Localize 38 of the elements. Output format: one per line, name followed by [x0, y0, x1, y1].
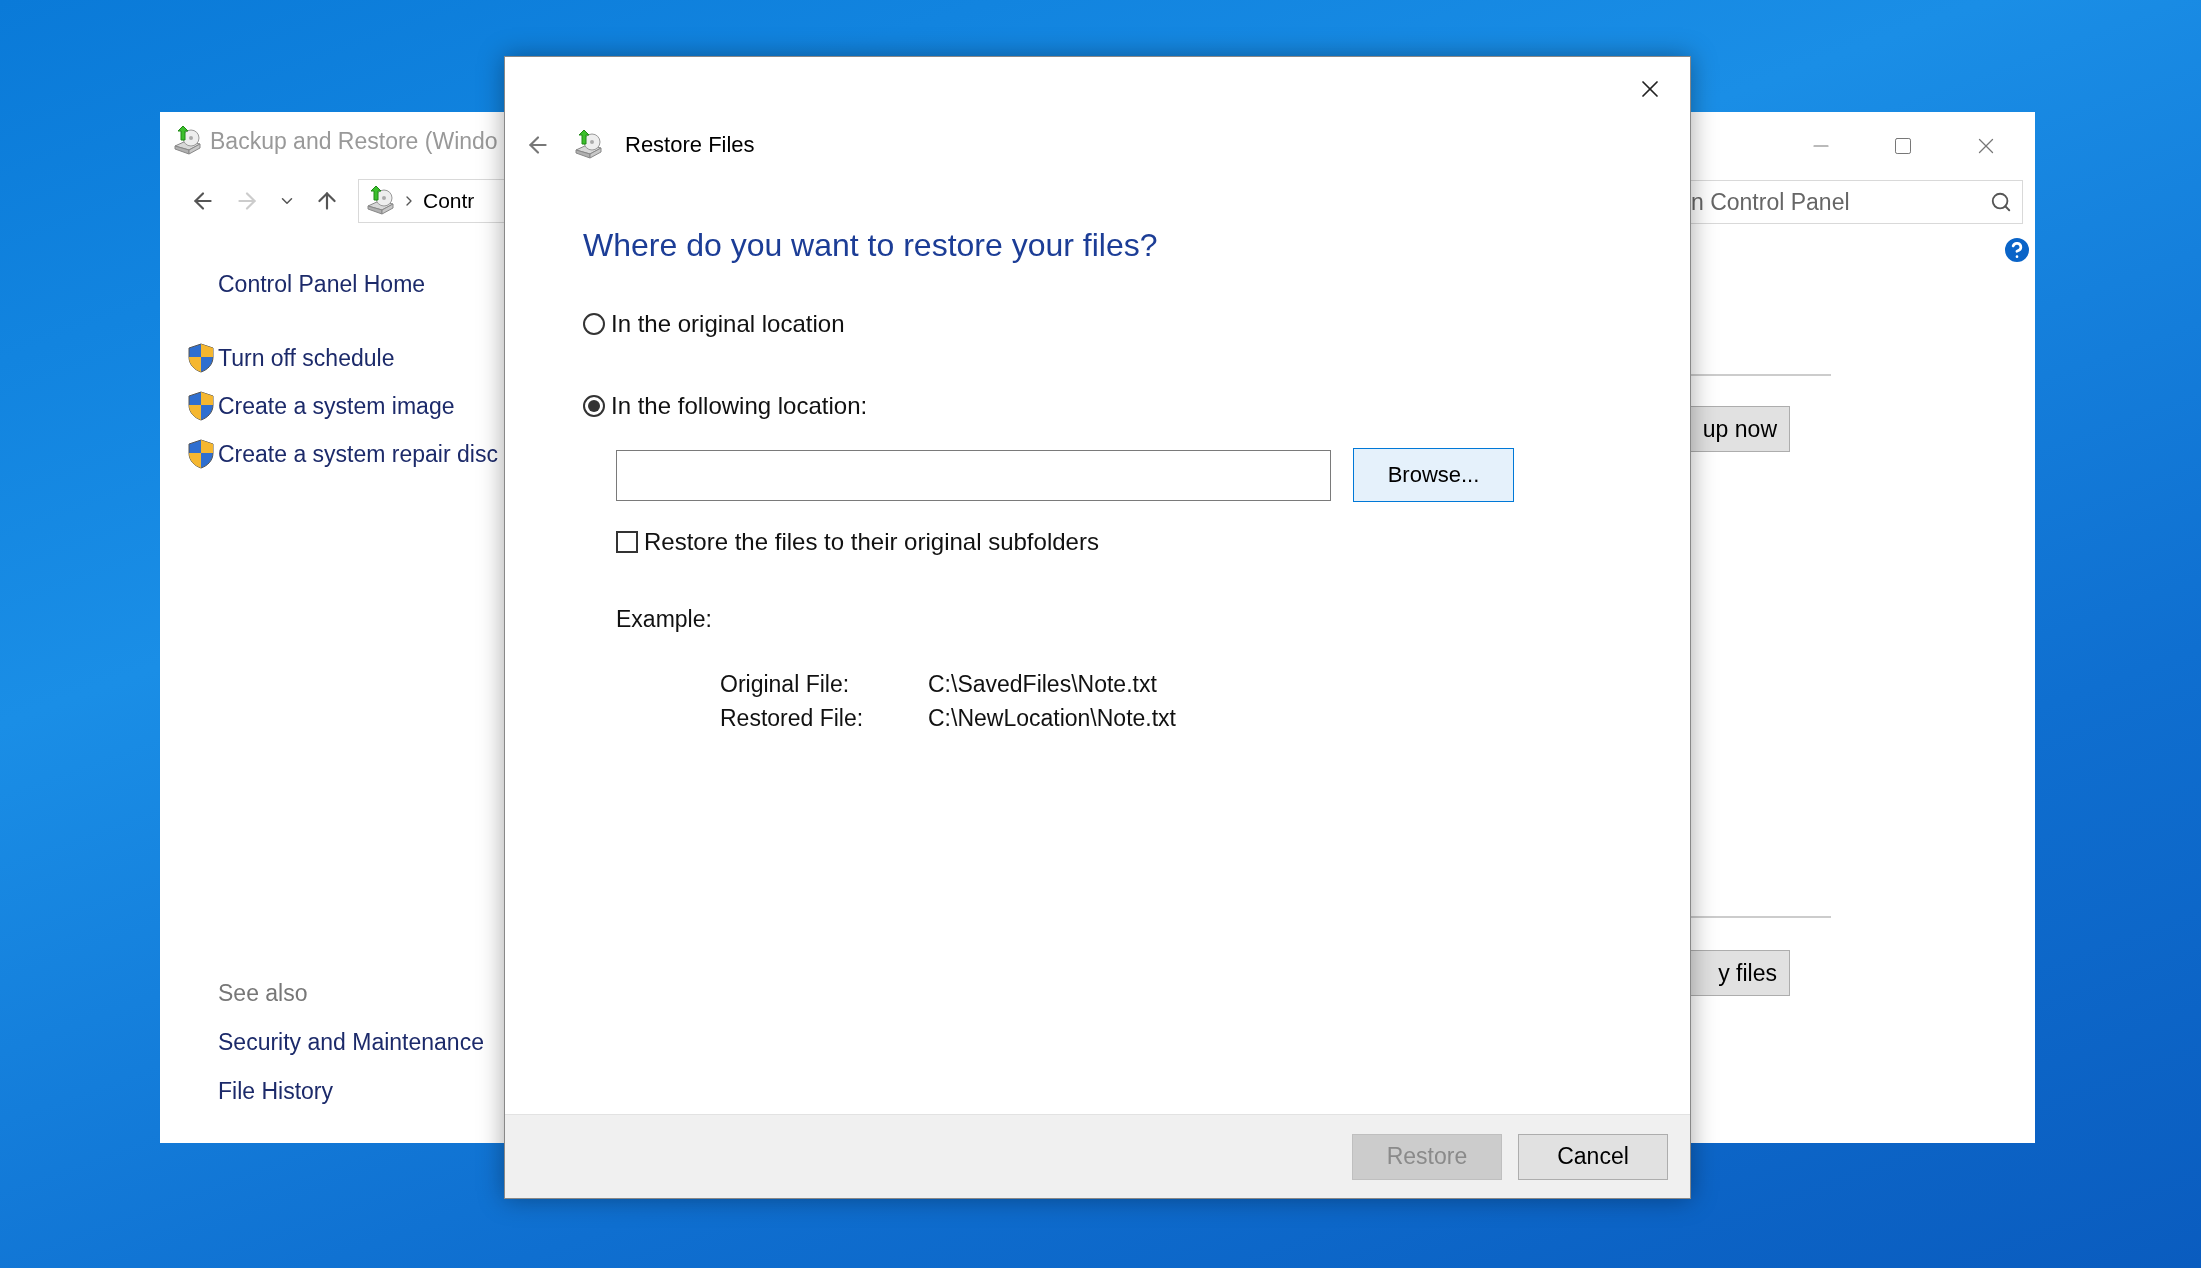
dialog-heading: Where do you want to restore your files? — [583, 227, 1159, 264]
checkbox[interactable] — [616, 531, 638, 553]
backup-icon — [365, 186, 395, 216]
task-link[interactable]: Create a system image — [218, 392, 455, 420]
radio-button[interactable] — [583, 395, 605, 417]
radio-button[interactable] — [583, 313, 605, 335]
maximize-icon[interactable] — [1893, 136, 1913, 156]
address-bar[interactable]: Contr — [358, 179, 504, 223]
option-label[interactable]: In the following location: — [611, 392, 868, 420]
see-also-heading: See also — [218, 980, 309, 1007]
backup-icon — [172, 126, 202, 156]
option-label[interactable]: In the original location — [611, 310, 845, 338]
task-link[interactable]: Turn off schedule — [218, 344, 395, 372]
shield-icon — [188, 391, 214, 421]
backup-button[interactable]: up now — [1691, 406, 1790, 452]
example-path: C:\NewLocation\Note.txt — [928, 705, 1176, 732]
browse-button[interactable]: Browse... — [1353, 448, 1514, 502]
see-also-link[interactable]: Security and Maintenance — [218, 1029, 504, 1056]
shield-icon — [188, 439, 214, 469]
search-icon — [1990, 191, 2012, 213]
search-box[interactable]: n Control Panel — [1691, 180, 2023, 224]
backup-icon — [573, 130, 603, 160]
example-label: Original File: — [720, 671, 851, 698]
checkbox-label[interactable]: Restore the files to their original subfolders — [644, 528, 1099, 556]
example-path: C:\SavedFiles\Note.txt — [928, 671, 1158, 698]
dialog-button[interactable]: Cancel — [1518, 1133, 1668, 1180]
task-link[interactable]: Create a system repair disc — [218, 440, 498, 468]
address-crumb[interactable]: Contr — [423, 189, 475, 213]
example-label: Restored File: — [720, 705, 865, 732]
example-heading: Example: — [616, 606, 713, 633]
files-button[interactable]: y files — [1691, 950, 1790, 996]
search-field[interactable]: n Control Panel — [1691, 188, 1990, 216]
shield-icon — [188, 343, 214, 373]
location-field[interactable] — [616, 449, 1331, 501]
window-title: Backup and Restore (Windo — [210, 127, 498, 155]
see-also-link[interactable]: File History — [218, 1078, 504, 1105]
dialog-title: Restore Files — [625, 132, 755, 158]
control-panel-home-link[interactable]: Control Panel Home — [218, 271, 504, 298]
